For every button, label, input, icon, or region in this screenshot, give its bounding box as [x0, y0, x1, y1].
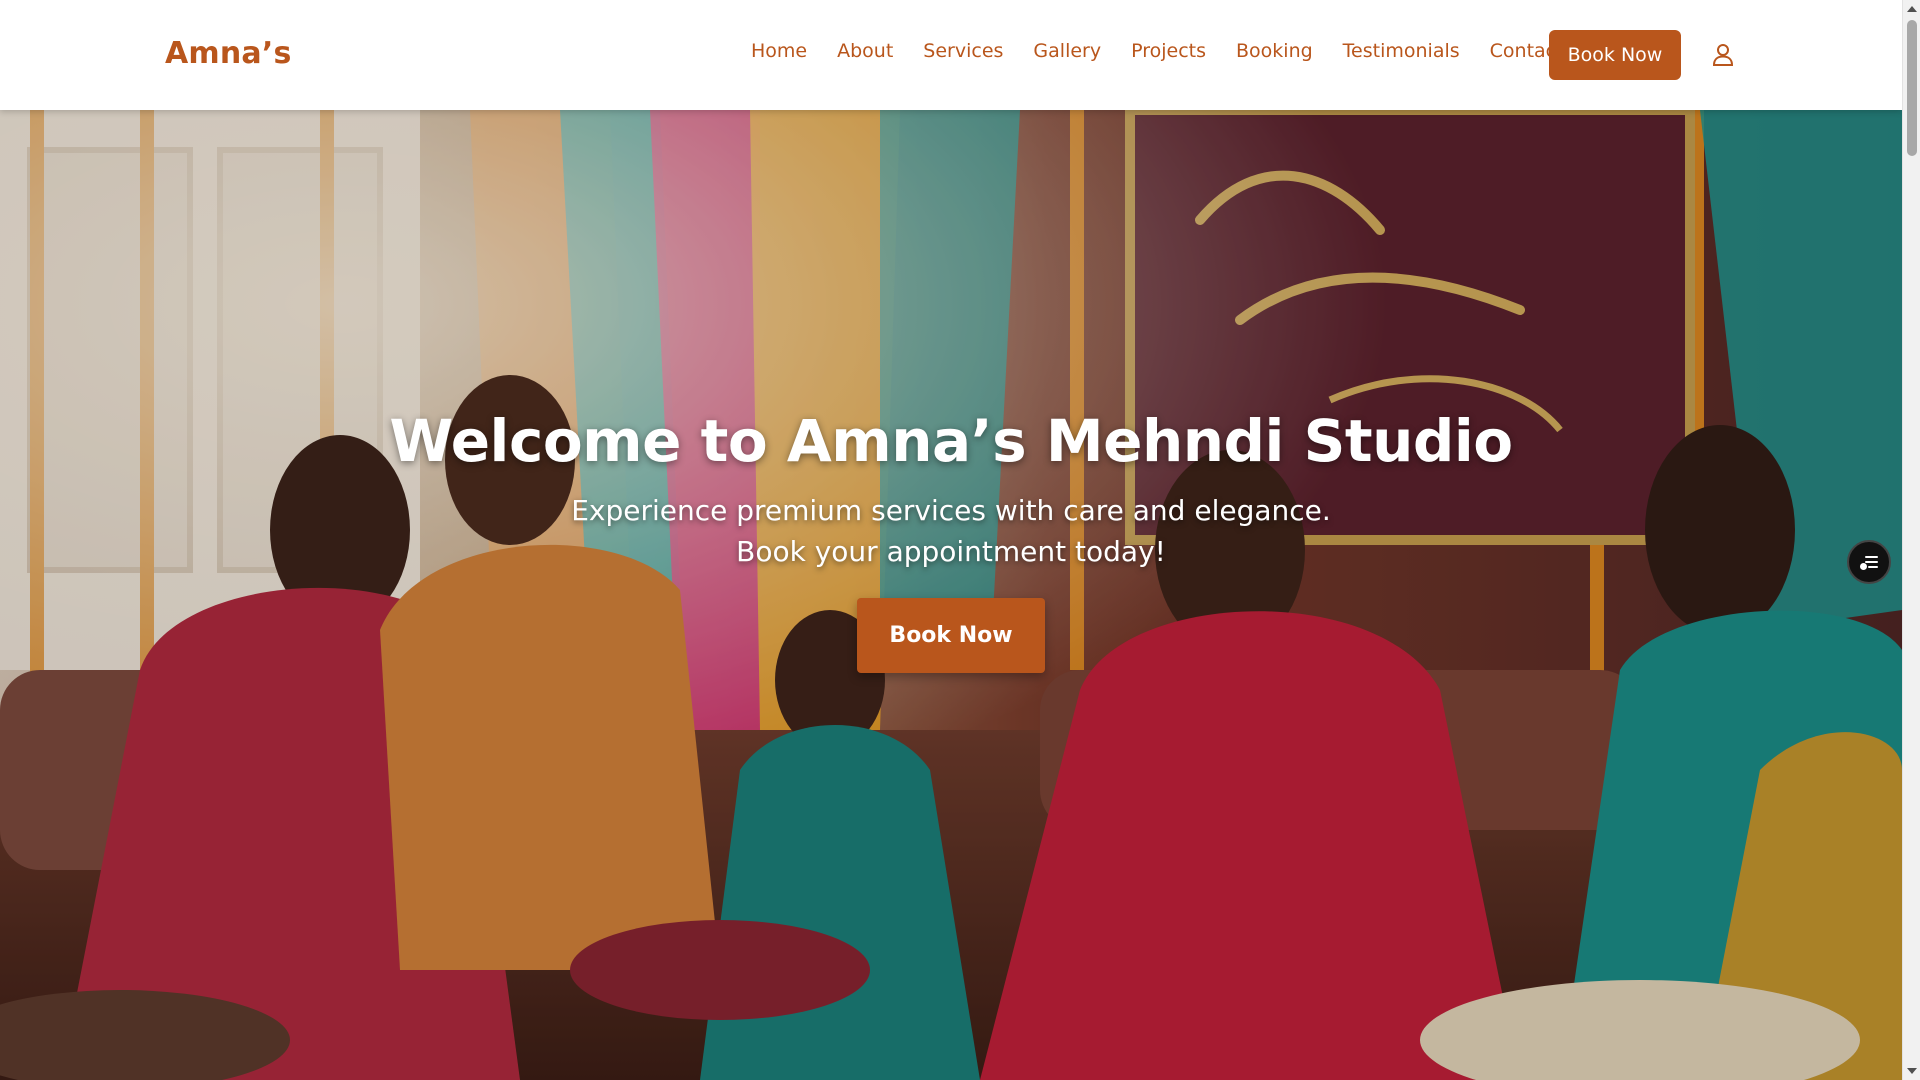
hero-title: Welcome to Amna’s Mehndi Studio — [389, 407, 1513, 475]
nav-item-home[interactable]: Home — [751, 40, 807, 62]
nav-item-testimonials[interactable]: Testimonials — [1343, 40, 1460, 62]
header-book-now-button[interactable]: Book Now — [1549, 30, 1681, 80]
nav-item-about[interactable]: About — [837, 40, 893, 62]
hero-book-now-button[interactable]: Book Now — [857, 598, 1045, 673]
site-header: Amna’s Home About Services Gallery Proje… — [0, 0, 1902, 110]
hero-overlay — [0, 110, 1902, 1080]
user-icon[interactable] — [1710, 42, 1736, 68]
nav-item-projects[interactable]: Projects — [1131, 40, 1206, 62]
brand-logo[interactable]: Amna’s — [165, 36, 292, 71]
nav-item-booking[interactable]: Booking — [1236, 40, 1313, 62]
page-scrollbar[interactable] — [1902, 0, 1920, 1080]
scroll-thumb[interactable] — [1907, 20, 1917, 156]
nav-item-gallery[interactable]: Gallery — [1033, 40, 1101, 62]
main-nav: Home About Services Gallery Projects Boo… — [751, 40, 1564, 62]
scroll-up-arrow-icon[interactable] — [1907, 6, 1917, 12]
toc-list-icon[interactable] — [1847, 540, 1891, 584]
hero-section: Welcome to Amna’s Mehndi Studio Experien… — [0, 110, 1902, 1080]
hero-subtitle: Experience premium services with care an… — [571, 494, 1331, 568]
scroll-down-arrow-icon[interactable] — [1907, 1068, 1917, 1074]
nav-item-services[interactable]: Services — [923, 40, 1003, 62]
